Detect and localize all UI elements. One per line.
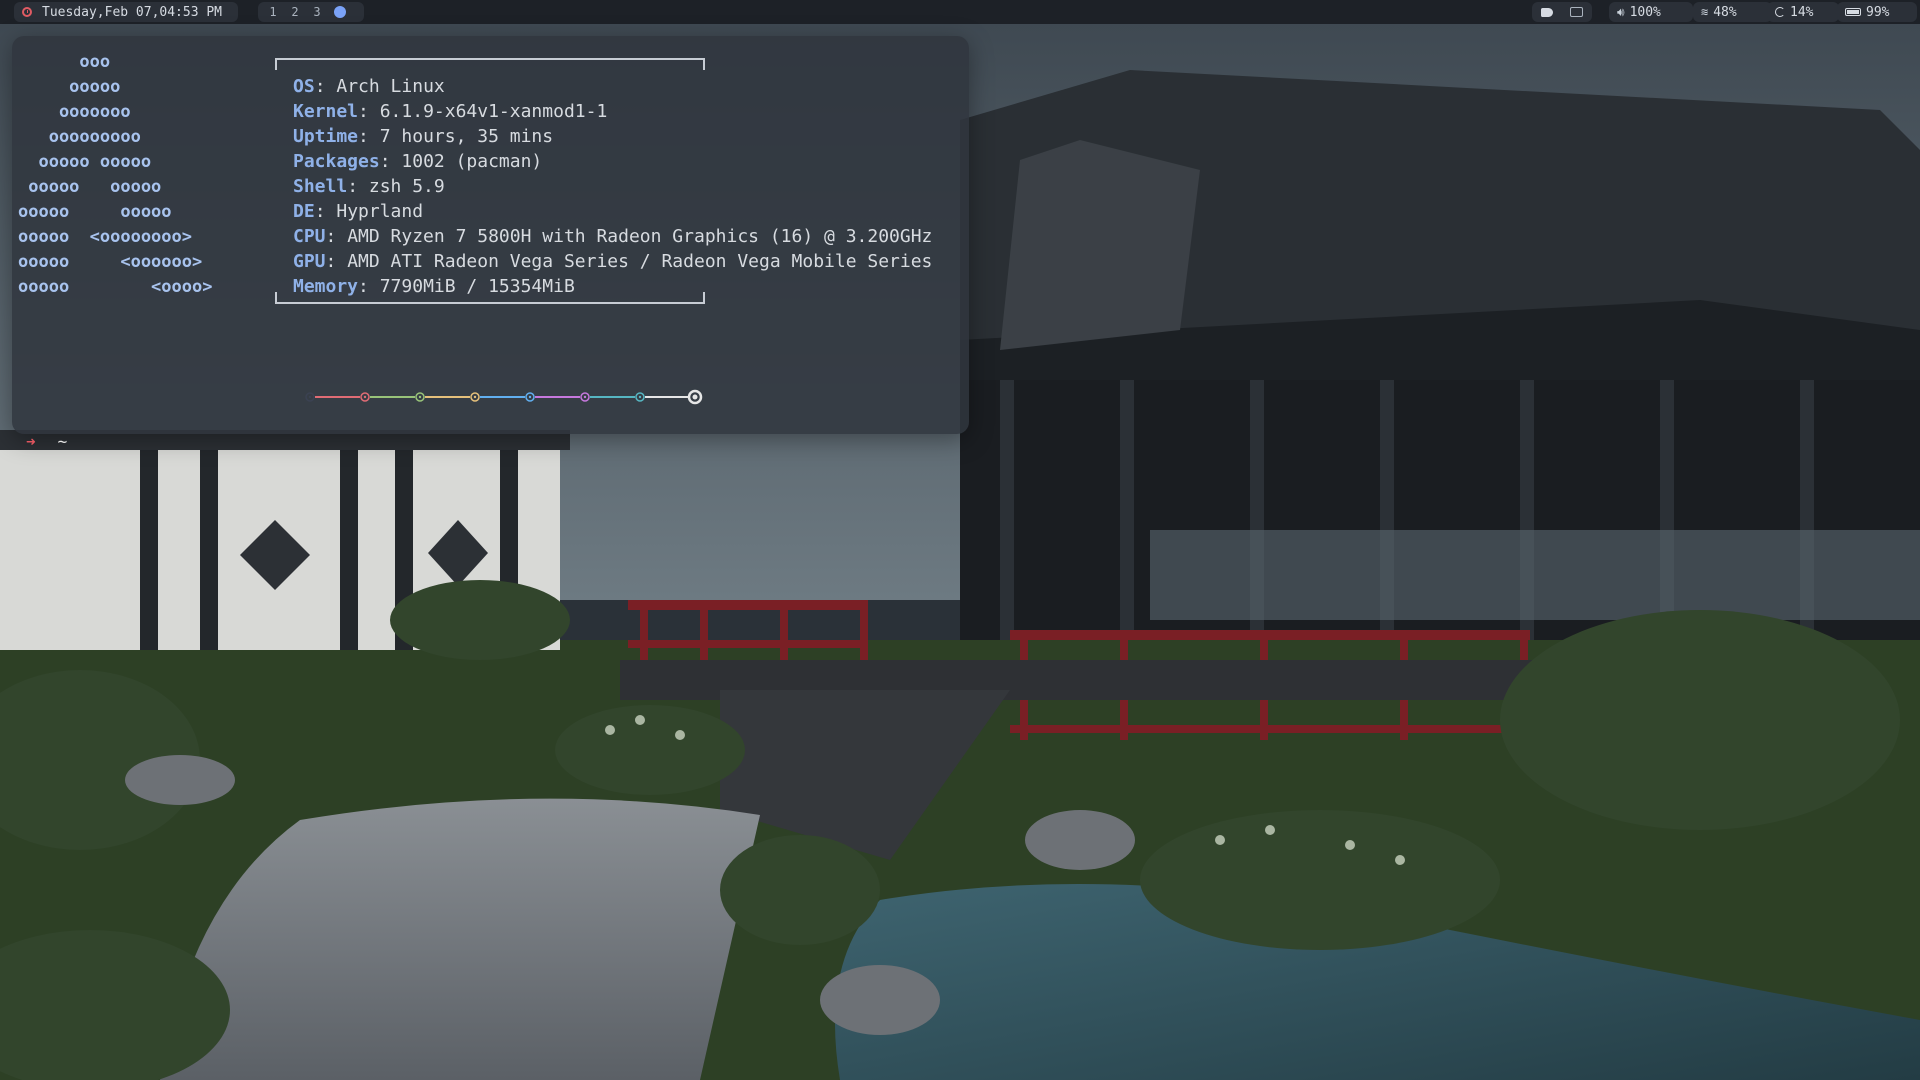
info-row: OS: Arch Linux	[293, 74, 932, 99]
top-bar: Tuesday,Feb 07,04:53 PM 1 2 3 🔊︎ 100% ≋ …	[0, 0, 1920, 24]
info-value: AMD ATI Radeon Vega Series / Radeon Vega…	[347, 251, 933, 272]
info-separator: :	[314, 76, 337, 97]
info-row: Packages: 1002 (pacman)	[293, 149, 932, 174]
battery-value: 99%	[1866, 4, 1890, 20]
active-workspace-indicator[interactable]	[334, 6, 346, 18]
clock-widget[interactable]: Tuesday,Feb 07,04:53 PM	[14, 2, 238, 22]
info-separator: :	[358, 126, 380, 147]
info-value: 1002 (pacman)	[401, 151, 543, 172]
info-row: Kernel: 6.1.9-x64v1-xanmod1-1	[293, 99, 932, 124]
info-row: DE: Hyprland	[293, 199, 932, 224]
shell-prompt[interactable]: ➜ ~	[26, 432, 67, 451]
color-palette	[296, 385, 716, 409]
info-row: CPU: AMD Ryzen 7 5800H with Radeon Graph…	[293, 224, 932, 249]
keyboard-icon[interactable]	[1570, 7, 1584, 17]
cpu-icon	[1775, 7, 1785, 17]
info-separator: :	[314, 201, 337, 222]
info-value: AMD Ryzen 7 5800H with Radeon Graphics (…	[347, 226, 933, 247]
terminal-window[interactable]: ooo ooooo ooooooo ooooooooo ooooo ooooo …	[12, 36, 969, 451]
info-separator: :	[358, 101, 380, 122]
clock-text: Tuesday,Feb 07,04:53 PM	[42, 4, 223, 20]
info-value: 7 hours, 35 mins	[379, 126, 554, 147]
battery-widget[interactable]: 99%	[1837, 2, 1917, 22]
workspace-2[interactable]: 2	[284, 5, 306, 19]
tray-app-icon[interactable]	[1540, 7, 1553, 17]
system-info: OS: Arch Linux Kernel: 6.1.9-x64v1-xanmod…	[293, 74, 932, 299]
workspace-switcher: 1 2 3	[258, 2, 364, 22]
palette-dot-center	[418, 395, 422, 399]
palette-dot-center	[528, 395, 532, 399]
info-key: Shell	[293, 176, 348, 197]
cpu-value: 14%	[1790, 4, 1814, 20]
info-row: GPU: AMD ATI Radeon Vega Series / Radeon…	[293, 249, 932, 274]
battery-icon	[1845, 8, 1861, 16]
info-key: GPU	[293, 251, 326, 272]
info-separator: :	[347, 176, 369, 197]
volume-value: 100%	[1629, 4, 1661, 20]
palette-graphic	[305, 389, 703, 405]
palette-dot-center	[692, 394, 698, 400]
info-key: CPU	[293, 226, 326, 247]
volume-widget[interactable]: 🔊︎ 100%	[1609, 2, 1693, 22]
workspace-1[interactable]: 1	[262, 5, 284, 19]
info-key: OS	[293, 76, 315, 97]
palette-dot-center	[363, 395, 367, 399]
clock-icon	[22, 7, 32, 17]
info-row: Uptime: 7 hours, 35 mins	[293, 124, 932, 149]
info-value: Hyprland	[336, 201, 424, 222]
wifi-value: 48%	[1713, 4, 1737, 20]
wifi-icon: ≋	[1701, 5, 1709, 19]
info-separator: :	[358, 276, 380, 297]
workspace-3[interactable]: 3	[306, 5, 328, 19]
arch-ascii-logo: ooo ooooo ooooooo ooooooooo ooooo ooooo …	[18, 52, 213, 297]
system-tray	[1532, 2, 1592, 22]
info-row: Shell: zsh 5.9	[293, 174, 932, 199]
palette-dot-center	[583, 395, 587, 399]
palette-dot-center	[473, 395, 477, 399]
info-key: Packages	[293, 151, 380, 172]
info-value: 7790MiB / 15354MiB	[379, 276, 575, 297]
info-value: Arch Linux	[336, 76, 445, 97]
info-separator: :	[325, 251, 348, 272]
prompt-cwd: ~	[57, 432, 68, 451]
palette-dot-center	[308, 395, 312, 399]
speaker-icon: 🔊︎	[1617, 4, 1625, 19]
info-separator: :	[325, 226, 348, 247]
wifi-widget[interactable]: ≋ 48%	[1693, 2, 1772, 22]
info-separator: :	[379, 151, 402, 172]
prompt-arrow: ➜	[26, 432, 36, 451]
info-key: Memory	[293, 276, 359, 297]
palette-dot-center	[638, 395, 642, 399]
info-value: 6.1.9-x64v1-xanmod1-1	[379, 101, 608, 122]
info-key: DE	[293, 201, 315, 222]
info-key: Kernel	[293, 101, 359, 122]
info-key: Uptime	[293, 126, 359, 147]
cpu-widget[interactable]: 14%	[1767, 2, 1839, 22]
info-row: Memory: 7790MiB / 15354MiB	[293, 274, 932, 299]
info-value: zsh 5.9	[368, 176, 445, 197]
